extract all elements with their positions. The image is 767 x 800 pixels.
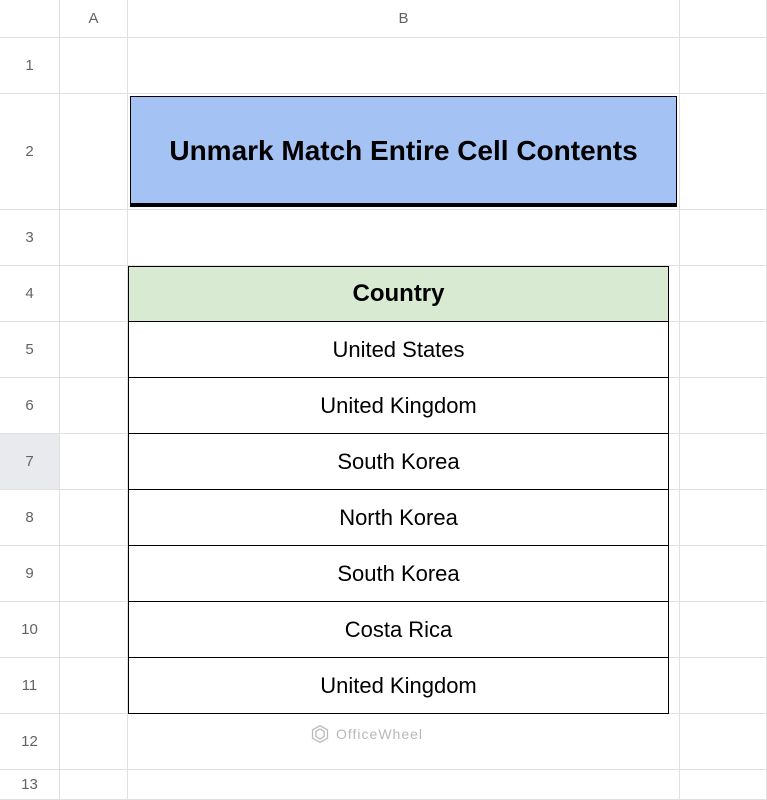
title-cell: Unmark Match Entire Cell Contents — [130, 96, 677, 207]
column-header-a[interactable]: A — [60, 0, 128, 38]
cell-b11[interactable]: United Kingdom — [128, 658, 680, 714]
cell-c6[interactable] — [680, 378, 767, 434]
table-row: South Korea — [128, 546, 669, 602]
column-header-c[interactable] — [680, 0, 767, 38]
cell-b6[interactable]: United Kingdom — [128, 378, 680, 434]
row-header-5[interactable]: 5 — [0, 322, 60, 378]
table-row: United Kingdom — [128, 658, 669, 714]
watermark-text: OfficeWheel — [336, 726, 423, 742]
row-header-11[interactable]: 11 — [0, 658, 60, 714]
table-row: United Kingdom — [128, 378, 669, 434]
row-header-6[interactable]: 6 — [0, 378, 60, 434]
officewheel-logo-icon — [310, 724, 330, 744]
table-row: North Korea — [128, 490, 669, 546]
cell-c8[interactable] — [680, 490, 767, 546]
cell-a2[interactable] — [60, 94, 128, 210]
table-row: South Korea — [128, 434, 669, 490]
table-header-country: Country — [128, 266, 669, 322]
cell-a7[interactable] — [60, 434, 128, 490]
cell-c5[interactable] — [680, 322, 767, 378]
cell-b4[interactable]: Country — [128, 266, 680, 322]
cell-b10[interactable]: Costa Rica — [128, 602, 680, 658]
cell-b3[interactable] — [128, 210, 680, 266]
row-header-9[interactable]: 9 — [0, 546, 60, 602]
corner-cell[interactable] — [0, 0, 60, 38]
cell-c11[interactable] — [680, 658, 767, 714]
cell-c2[interactable] — [680, 94, 767, 210]
row-header-8[interactable]: 8 — [0, 490, 60, 546]
table-row: United States — [128, 322, 669, 378]
watermark: OfficeWheel — [310, 724, 423, 744]
row-header-7[interactable]: 7 — [0, 434, 60, 490]
cell-a3[interactable] — [60, 210, 128, 266]
cell-b5[interactable]: United States — [128, 322, 680, 378]
cell-a9[interactable] — [60, 546, 128, 602]
column-header-b[interactable]: B — [128, 0, 680, 38]
cell-c10[interactable] — [680, 602, 767, 658]
cell-a8[interactable] — [60, 490, 128, 546]
cell-a1[interactable] — [60, 38, 128, 94]
cell-b8[interactable]: North Korea — [128, 490, 680, 546]
cell-c3[interactable] — [680, 210, 767, 266]
cell-a5[interactable] — [60, 322, 128, 378]
cell-b2[interactable]: Unmark Match Entire Cell Contents — [128, 94, 680, 210]
row-header-1[interactable]: 1 — [0, 38, 60, 94]
row-header-2[interactable]: 2 — [0, 94, 60, 210]
cell-c1[interactable] — [680, 38, 767, 94]
row-header-3[interactable]: 3 — [0, 210, 60, 266]
cell-c12[interactable] — [680, 714, 767, 770]
cell-a10[interactable] — [60, 602, 128, 658]
cell-c7[interactable] — [680, 434, 767, 490]
cell-a11[interactable] — [60, 658, 128, 714]
spreadsheet-grid: A B 1 2 Unmark Match Entire Cell Content… — [0, 0, 767, 800]
cell-a12[interactable] — [60, 714, 128, 770]
cell-b1[interactable] — [128, 38, 680, 94]
cell-c9[interactable] — [680, 546, 767, 602]
row-header-4[interactable]: 4 — [0, 266, 60, 322]
row-header-12[interactable]: 12 — [0, 714, 60, 770]
cell-b9[interactable]: South Korea — [128, 546, 680, 602]
table-row: Costa Rica — [128, 602, 669, 658]
cell-c4[interactable] — [680, 266, 767, 322]
cell-a6[interactable] — [60, 378, 128, 434]
cell-a4[interactable] — [60, 266, 128, 322]
row-header-10[interactable]: 10 — [0, 602, 60, 658]
cell-b7[interactable]: South Korea — [128, 434, 680, 490]
